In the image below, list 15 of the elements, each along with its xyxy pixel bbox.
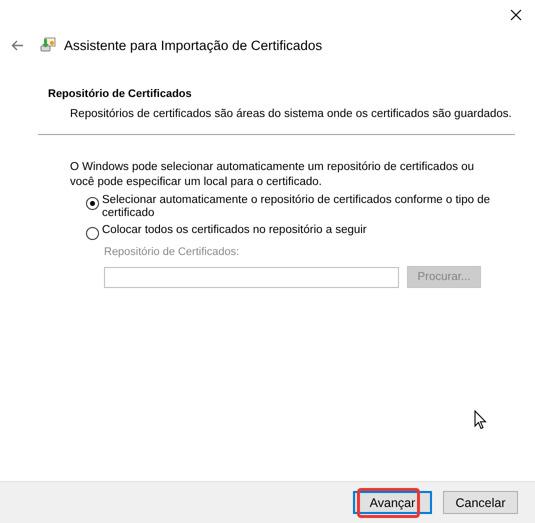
radio-button[interactable]	[86, 227, 99, 240]
radio-label[interactable]: Colocar todos os certificados no repositório a seguir	[102, 224, 502, 237]
radio-label[interactable]: Selecionar automaticamente o repositório de certificados conforme o tipo de certificado	[102, 194, 502, 220]
close-icon	[510, 9, 522, 21]
certificate-icon	[40, 37, 56, 53]
field-label: Repositório de Certificados:	[104, 246, 240, 258]
mouse-pointer-icon	[474, 410, 487, 430]
wizard-title: Assistente para Importação de Certificados	[64, 38, 322, 52]
cancel-button[interactable]: Cancelar	[443, 491, 518, 514]
section-description: Repositórios de certificados são áreas do sistema onde os certificados são guardados.	[70, 108, 513, 120]
next-button[interactable]: Avançar	[353, 491, 432, 514]
section-heading: Repositório de Certificados	[48, 88, 193, 100]
intro-text: O Windows pode selecionar automaticamente um repositório de certificados ou você pode especificar um local para o certificado.	[70, 160, 475, 190]
radio-button[interactable]	[86, 197, 99, 210]
back-arrow-icon	[10, 40, 24, 50]
